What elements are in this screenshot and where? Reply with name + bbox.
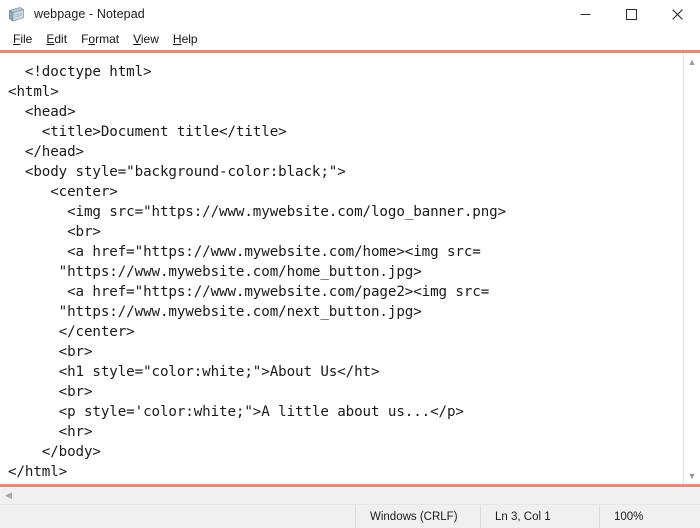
menu-item-help[interactable]: Help <box>166 30 205 48</box>
scroll-up-arrow[interactable]: ▲ <box>683 53 700 70</box>
close-icon <box>671 8 683 20</box>
editor-content[interactable]: <!doctype html> <html> <head> <title>Doc… <box>0 62 682 482</box>
menu-accel-view: V <box>133 32 141 46</box>
window-title: webpage - Notepad <box>34 7 145 21</box>
menu-accel-help: H <box>172 32 182 46</box>
close-button[interactable] <box>654 0 700 28</box>
text-editor[interactable]: <!doctype html> <html> <head> <title>Doc… <box>0 53 682 484</box>
vertical-scrollbar[interactable]: ▲ ▼ <box>682 53 700 484</box>
minimize-icon <box>580 13 590 15</box>
menu-label-help: elp <box>181 32 198 46</box>
editor-region: <!doctype html> <html> <head> <title>Doc… <box>0 53 700 484</box>
minimize-button[interactable] <box>562 0 608 28</box>
notepad-window: webpage - Notepad File Edit Format View … <box>0 0 700 528</box>
horizontal-scroll-track[interactable] <box>17 487 700 504</box>
notepad-icon <box>8 6 25 23</box>
maximize-button[interactable] <box>608 0 654 28</box>
scroll-down-arrow[interactable]: ▼ <box>683 467 700 484</box>
menu-item-edit[interactable]: Edit <box>39 30 74 48</box>
menu-item-file[interactable]: File <box>6 30 39 48</box>
menu-label-format-post: rmat <box>95 32 120 46</box>
menu-label-file: ile <box>20 32 33 46</box>
title-bar: webpage - Notepad <box>0 0 700 28</box>
vertical-scroll-track[interactable] <box>683 70 700 467</box>
menu-bar: File Edit Format View Help <box>0 28 700 50</box>
caption-button-group <box>562 0 700 28</box>
status-cursor-position: Ln 3, Col 1 <box>480 505 599 528</box>
status-line-ending: Windows (CRLF) <box>355 505 480 528</box>
scroll-left-arrow[interactable]: ◀ <box>0 487 17 504</box>
status-zoom-level: 100% <box>599 505 700 528</box>
menu-item-format[interactable]: Format <box>74 30 126 48</box>
maximize-icon <box>625 8 637 20</box>
horizontal-scrollbar[interactable]: ◀ <box>0 487 700 505</box>
status-bar: Windows (CRLF) Ln 3, Col 1 100% <box>0 505 700 528</box>
menu-label-edit: dit <box>54 32 68 46</box>
menu-item-view[interactable]: View <box>126 30 166 48</box>
menu-label-view: iew <box>140 32 159 46</box>
